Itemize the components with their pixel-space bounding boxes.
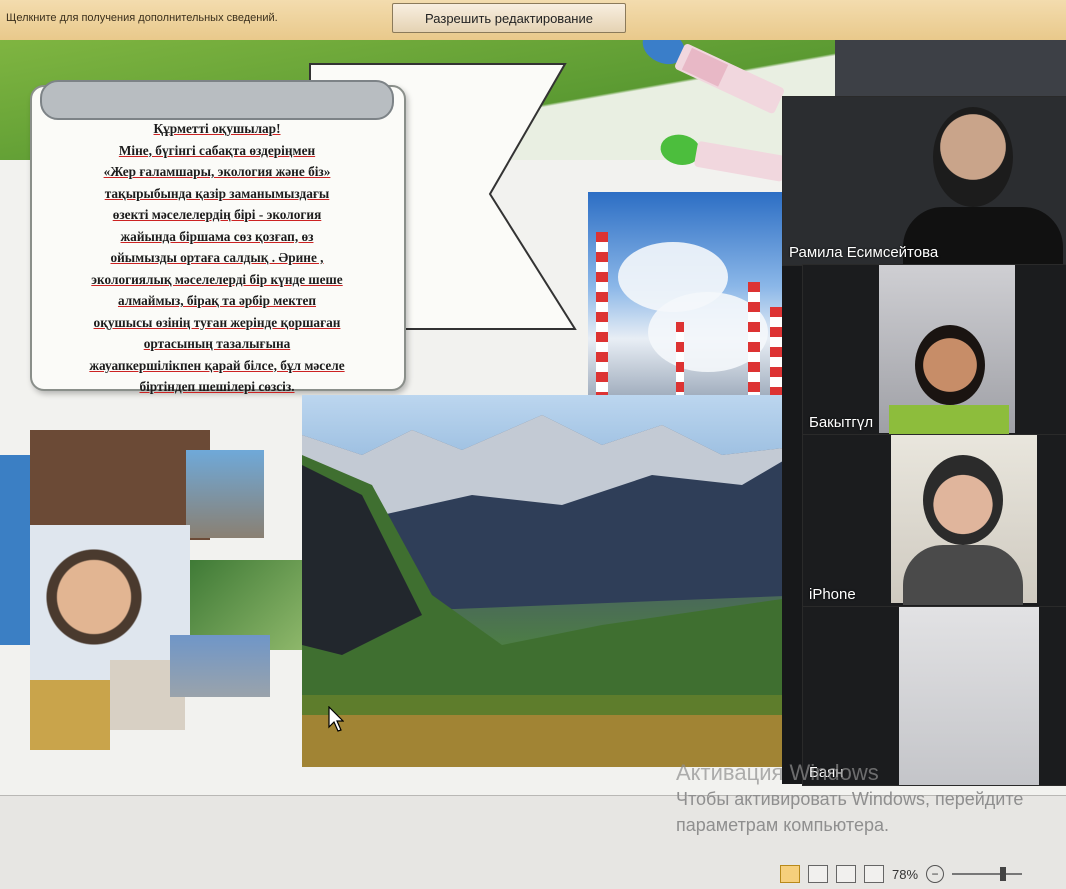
collage-tile [30, 680, 110, 750]
scroll-line: тақырыбында қазір заманымыздағы [104, 185, 330, 201]
collage-tile [0, 455, 32, 645]
participant-video [933, 107, 1013, 207]
scroll-line: ойымызды ортаға салдық . Әрине , [110, 250, 324, 265]
protected-view-bar: Щелкните для получения дополнительных св… [0, 0, 1066, 41]
scroll-text: Құрметті оқушылар! Міне, бүгінгі сабақта… [42, 118, 392, 398]
mouse-cursor-icon [328, 706, 344, 732]
participant-name: Бакытгүл [809, 414, 874, 431]
zoom-slider[interactable] [952, 867, 1023, 881]
scroll-line: экологиялық мәселелерді бір күнде шеше [91, 271, 343, 287]
participant-name: Рамила Есимсейтова [789, 244, 939, 261]
participant-name: iPhone [809, 586, 856, 603]
slide-sorter-icon[interactable] [808, 865, 828, 883]
paint-tubes-decoration [642, 40, 787, 182]
scroll-line: өзекті мәселелердің бірі - экология [112, 207, 322, 222]
participant-video [889, 405, 1009, 435]
watermark-line: параметрам компьютера. [676, 815, 889, 835]
watermark-title: Активация Windows [676, 760, 879, 785]
participant-tile[interactable]: iPhone [802, 434, 1066, 608]
chimney-shape [676, 322, 684, 402]
normal-view-icon[interactable] [780, 865, 800, 883]
participant-video [923, 455, 1003, 545]
participant-tile[interactable]: Баян [802, 606, 1066, 786]
participant-video [899, 607, 1039, 785]
chimney-shape [748, 282, 760, 402]
collage-tile [170, 635, 270, 697]
scroll-line: оқушысы өзінің туған жерінде қоршаған [93, 314, 341, 330]
window-background [835, 40, 1066, 100]
scroll-line: Құрметті оқушылар! [153, 121, 281, 136]
participant-tile[interactable]: Бакытгүл [802, 264, 1066, 436]
collage-tile [30, 430, 210, 540]
scroll-line: жауапкершілікпен қарай білсе, бұл мәселе [89, 357, 345, 373]
scroll-line: «Жер ғаламшары, экология және біз» [103, 164, 331, 179]
participant-video [903, 545, 1023, 605]
status-controls: 78% − [780, 862, 1023, 886]
scroll-line: алмаймыз, бірақ та әрбір мектеп [117, 293, 317, 308]
chimney-shape [596, 232, 608, 402]
windows-activation-watermark: Активация Windows Чтобы активировать Win… [676, 760, 1023, 838]
protected-view-message[interactable]: Щелкните для получения дополнительных св… [6, 12, 278, 24]
collage-tile [186, 450, 264, 538]
chimney-shape [770, 307, 782, 402]
zoom-slider-thumb[interactable] [1000, 867, 1007, 881]
watermark-line: Чтобы активировать Windows, перейдите [676, 789, 1024, 809]
enable-editing-button[interactable]: Разрешить редактирование [392, 3, 626, 33]
scroll-line: ортасының тазалығына [143, 336, 291, 351]
scroll-roll [40, 80, 394, 120]
zoom-level[interactable]: 78% [892, 867, 918, 882]
participant-video [915, 325, 985, 405]
zoom-out-button[interactable]: − [926, 865, 945, 883]
slide-canvas: Құрметті оқушылар! Міне, бүгінгі сабақта… [0, 40, 1066, 795]
scroll-line: жайында біршама сөз қозғап, өз [120, 228, 314, 244]
mountain-shapes [302, 415, 810, 767]
reading-view-icon[interactable] [836, 865, 856, 883]
factory-chimneys-image[interactable] [588, 192, 788, 402]
mountain-landscape-image[interactable] [302, 395, 810, 767]
slideshow-icon[interactable] [864, 865, 884, 883]
scroll-line: Міне, бүгінгі сабақта өздеріңмен [118, 142, 316, 158]
participant-tile[interactable]: Рамила Есимсейтова [782, 96, 1066, 266]
ecology-collage-image[interactable] [0, 425, 305, 750]
video-participants-panel: Рамила Есимсейтова Бакытгүл iPhone Баян [782, 96, 1066, 786]
